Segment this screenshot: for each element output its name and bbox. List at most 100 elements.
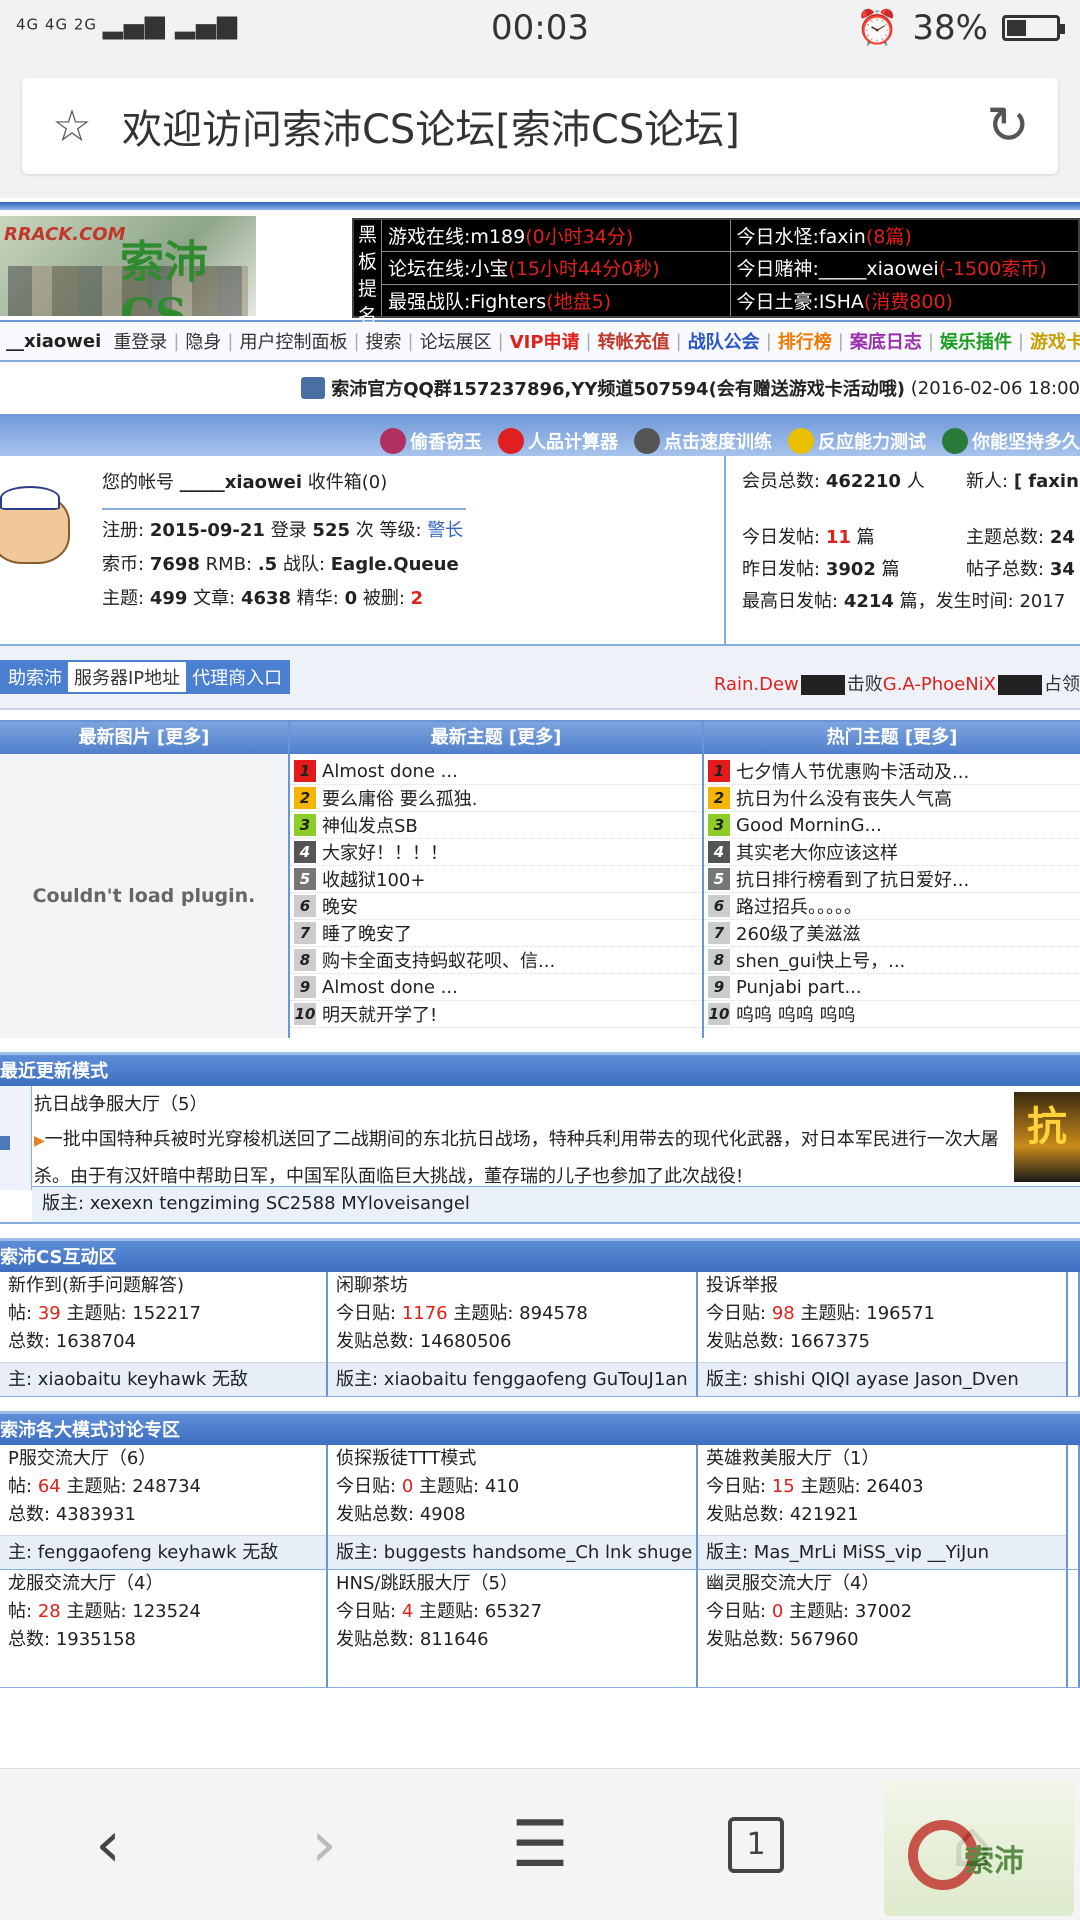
board-row[interactable]: 今日土豪:ISHA (消费800) [731, 285, 1079, 316]
topic-item[interactable]: 10 呜呜 呜呜 呜呜 [704, 1001, 1080, 1028]
topic-item[interactable]: 10 明天就开学了! [290, 1001, 702, 1028]
topic-item[interactable]: 6 路过招兵。。。。。 [704, 893, 1080, 920]
fun-link[interactable]: 偷香窃玉 [380, 428, 482, 454]
board-row[interactable]: 游戏在线:m189 (0小时34分) [382, 220, 730, 253]
latest-topics-header[interactable]: 最新主题 [更多] [290, 722, 702, 754]
topic-item[interactable]: 8 shen_gui快上号，... [704, 947, 1080, 974]
link-icon [788, 428, 814, 454]
nav-item[interactable]: 隐身 [179, 328, 227, 354]
tab-agent[interactable]: 代理商入口 [186, 662, 288, 692]
reload-icon[interactable]: ↻ [958, 96, 1058, 156]
forum-name[interactable]: 投诉举报 [706, 1272, 1066, 1300]
nav-item[interactable]: 排行榜 [772, 328, 838, 354]
forward-icon[interactable]: › [264, 1785, 384, 1905]
rank-number: 6 [294, 895, 316, 917]
nav-item[interactable]: 娱乐插件 [934, 328, 1018, 354]
fun-link[interactable]: 反应能力测试 [788, 428, 926, 454]
bookmark-star-icon[interactable]: ☆ [22, 101, 122, 152]
team-logo-icon [800, 675, 845, 695]
nav-item[interactable]: 重登录 [107, 328, 173, 354]
menu-icon[interactable]: ☰ [480, 1785, 600, 1905]
topic-item[interactable]: 2 要么庸俗 要么孤独. [290, 785, 702, 812]
board-row[interactable]: 最强战队:Fighters (地盘5) [382, 285, 730, 316]
tab-help[interactable]: 助索沛 [2, 662, 68, 692]
avatar[interactable] [0, 486, 74, 566]
account-name[interactable]: _____xiaowei [180, 472, 302, 493]
nav-item[interactable]: 案底日志 [844, 328, 928, 354]
topic-item[interactable]: 5 收越狱100+ [290, 866, 702, 893]
topic-item[interactable]: 6 晚安 [290, 893, 702, 920]
link-icon [942, 428, 968, 454]
username-link[interactable]: __xiaowei [0, 331, 107, 352]
forum-cell: 英雄救美服大厅（1） 今日贴: 15 主题贴: 26403 发贴总数: 421921… [698, 1445, 1068, 1570]
forum-cell: 龙服交流大厅（4） 帖: 28 主题贴: 123524 总数: 1935158 [0, 1570, 328, 1688]
forum-name[interactable]: 闲聊茶坊 [336, 1272, 696, 1300]
topic-item[interactable]: 4 大家好！！！！ [290, 839, 702, 866]
topic-item[interactable]: 8 购卡全面支持蚂蚁花呗、信... [290, 947, 702, 974]
forum-cell: 新作到(新手问题解答) 帖: 39 主题贴: 152217 总数: 1638704 主… [0, 1272, 328, 1397]
nav-item[interactable]: 转帐充值 [592, 328, 676, 354]
back-icon[interactable]: ‹ [48, 1785, 168, 1905]
page-title[interactable]: 欢迎访问索沛CS论坛[索沛CS论坛] [122, 97, 958, 155]
nav-item[interactable]: 论坛展区 [414, 328, 498, 354]
topic-item[interactable]: 7 260级了美滋滋 [704, 920, 1080, 947]
rank-number: 4 [294, 841, 316, 863]
topic-item[interactable]: 1 七夕情人节优惠购卡活动及... [704, 758, 1080, 785]
tabs-button[interactable]: 1 [696, 1785, 816, 1905]
nav-item[interactable]: 用户控制面板 [233, 328, 353, 354]
nav-item[interactable]: VIP申请 [504, 328, 586, 354]
topic-item[interactable]: 1 Almost done ... [290, 758, 702, 785]
rank-badge: 警长 [427, 520, 464, 541]
announcement[interactable]: 索沛官方QQ群157237896,YY频道507594(会有赠送游戏卡活动哦) … [0, 362, 1080, 408]
board-row[interactable]: 论坛在线:小宝 (15小时44分0秒) [382, 252, 730, 285]
topic-item[interactable]: 9 Punjabi part... [704, 974, 1080, 1001]
forum-name[interactable]: 龙服交流大厅（4） [8, 1570, 326, 1598]
battery-percent: 38% [912, 8, 988, 48]
status-bar: 4G 4G 2G ▂▄▆ ▂▄▆ 00:03 ⏰ 38% [0, 0, 1080, 58]
fun-link[interactable]: 人品计算器 [498, 428, 618, 454]
web-page: RRACK.COM 索沛CS 黑 板 提 名 游戏在线:m189 (0小时34分)… [0, 198, 1080, 1768]
address-bar[interactable]: ☆ 欢迎访问索沛CS论坛[索沛CS论坛] ↻ [22, 78, 1058, 174]
forum-link[interactable]: 抗日战争服大厅（5） [34, 1090, 207, 1116]
fun-link[interactable]: 点击速度训练 [634, 428, 772, 454]
forum-name[interactable]: 英雄救美服大厅（1） [706, 1445, 1066, 1473]
topic-item[interactable]: 9 Almost done ... [290, 974, 702, 1001]
hot-topics-list: 1 七夕情人节优惠购卡活动及... 2 抗日为什么没有丧失人气高 3 Good Morni… [704, 754, 1080, 1038]
forum-name[interactable]: HNS/跳跃服大厅（5） [336, 1570, 696, 1598]
forum-name[interactable]: 侦探叛徒TTT模式 [336, 1445, 696, 1473]
latest-images-header[interactable]: 最新图片 [更多] [0, 722, 288, 754]
arrow-icon: ▶ [34, 1133, 45, 1149]
forum-name[interactable]: 新作到(新手问题解答) [8, 1272, 326, 1300]
inbox-link[interactable]: 收件箱(0) [308, 472, 388, 493]
forum-stats: 会员总数: 462210 人新人: [ faxin 今日发帖: 11 篇主题总数… [724, 456, 1080, 644]
forum-thumbnail[interactable]: 抗 [1014, 1092, 1080, 1182]
rank-number: 9 [294, 976, 316, 998]
topic-item[interactable]: 5 抗日排行榜看到了抗日爱好... [704, 866, 1080, 893]
topic-item[interactable]: 7 睡了晚安了 [290, 920, 702, 947]
board-row[interactable]: 今日赌神:_____xiaowei (-1500索币) [730, 252, 1078, 285]
nav-item[interactable]: 搜索 [360, 328, 408, 354]
moderators: 主: fenggaofeng keyhawk 无敌 [0, 1535, 326, 1569]
forum-name[interactable]: 幽灵服交流大厅（4） [706, 1570, 1066, 1598]
battery-icon [1002, 15, 1065, 41]
topic-item[interactable]: 3 神仙发点SB [290, 812, 702, 839]
nav-item[interactable]: 游戏卡 [1024, 328, 1080, 354]
rank-number: 1 [708, 760, 730, 782]
topic-item[interactable]: 4 其实老大你应该这样 [704, 839, 1080, 866]
forum-cell-edge [1068, 1570, 1080, 1688]
board-row[interactable]: 今日水怪:faxin (8篇) [730, 220, 1078, 253]
fun-link[interactable]: 你能坚持多久 [942, 428, 1080, 454]
hot-topics-header[interactable]: 热门主题 [更多] [704, 722, 1080, 754]
moderators: 主: xiaobaitu keyhawk 无敌 [0, 1362, 326, 1396]
battle-ticker[interactable]: Rain.Dew 击败G.A-PhoeNiX 占领 [714, 670, 1080, 696]
site-logo[interactable]: RRACK.COM 索沛CS [0, 216, 256, 316]
nav-item[interactable]: 战队公会 [682, 328, 766, 354]
section-modes: 索沛各大模式讨论专区 P服交流大厅（6） 帖: 64 主题贴: 248734 总数:… [0, 1411, 1080, 1688]
topic-item[interactable]: 2 抗日为什么没有丧失人气高 [704, 785, 1080, 812]
forum-cell-edge [1068, 1445, 1080, 1570]
topic-item[interactable]: 3 Good MorninG... [704, 812, 1080, 839]
forum-name[interactable]: P服交流大厅（6） [8, 1445, 326, 1473]
announcement-icon [301, 377, 326, 399]
tab-server-ip[interactable]: 服务器IP地址 [68, 662, 187, 692]
alarm-icon: ⏰ [856, 8, 899, 48]
